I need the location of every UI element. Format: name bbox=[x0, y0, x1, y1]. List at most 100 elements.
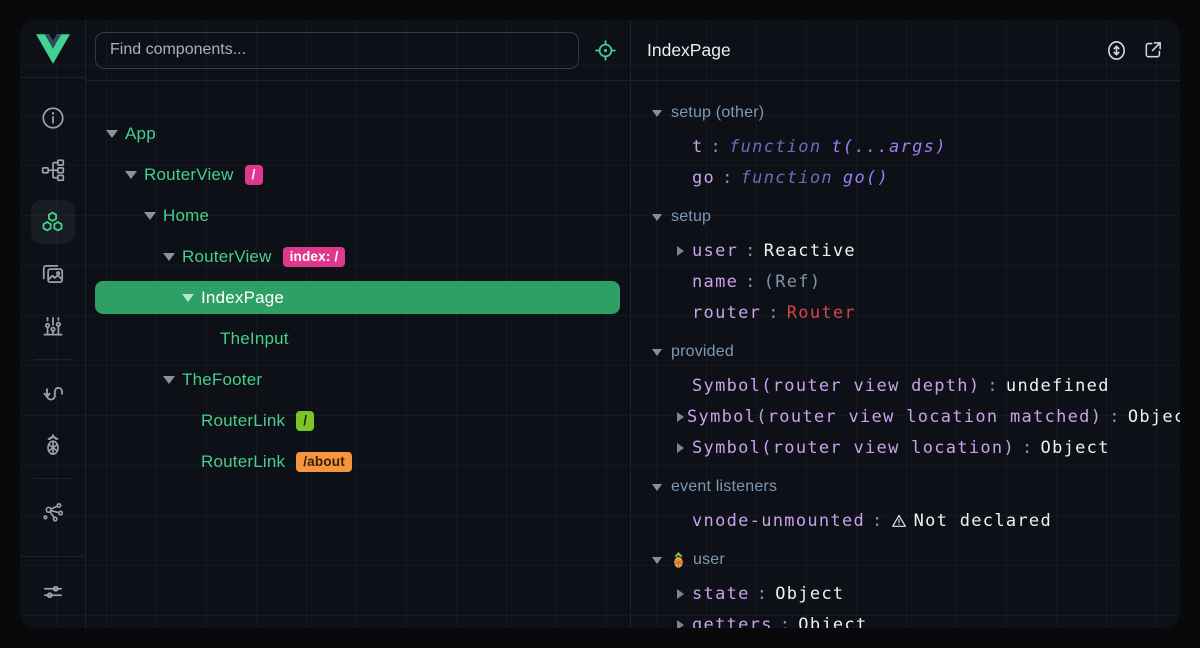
state-row-expandable[interactable]: getters : Object bbox=[631, 609, 1180, 628]
sidebar-item-info[interactable] bbox=[31, 96, 75, 140]
tree-node-label: RouterView bbox=[144, 165, 234, 185]
inspector-content: setup (other) t : function t(...args) go… bbox=[631, 81, 1180, 628]
section-label: provided bbox=[671, 343, 734, 361]
sidebar-item-graph[interactable] bbox=[31, 490, 75, 534]
expand-collapse-updown-icon bbox=[1105, 39, 1128, 62]
caret-right-icon[interactable] bbox=[677, 620, 684, 629]
tree-node-label: RouterLink bbox=[201, 411, 285, 431]
state-key: Symbol(router view depth) bbox=[692, 376, 980, 396]
state-key: getters bbox=[692, 615, 773, 629]
tree-node-routerlink-about[interactable]: RouterLink /about bbox=[86, 441, 630, 482]
caret-down-icon[interactable] bbox=[125, 171, 137, 179]
state-value: Reactive bbox=[764, 241, 856, 261]
state-row: go : function go() bbox=[631, 162, 1180, 193]
component-tree-icon bbox=[40, 157, 66, 183]
tree-node-label: Home bbox=[163, 206, 209, 226]
components-icon bbox=[39, 209, 66, 236]
tree-node-label: App bbox=[125, 124, 156, 144]
inspect-component-button[interactable] bbox=[594, 39, 617, 62]
caret-right-icon[interactable] bbox=[677, 589, 684, 599]
sidebar-item-component-tree[interactable] bbox=[31, 148, 75, 192]
caret-down-icon[interactable] bbox=[182, 294, 194, 302]
inspector-header: IndexPage bbox=[631, 20, 1180, 81]
caret-down-icon[interactable] bbox=[163, 253, 175, 261]
tree-node-label: IndexPage bbox=[201, 288, 284, 308]
state-key: router bbox=[692, 303, 761, 323]
state-value: go() bbox=[843, 168, 889, 188]
caret-right-icon[interactable] bbox=[677, 443, 684, 453]
state-value-keyword: function bbox=[741, 168, 833, 188]
caret-down-icon[interactable] bbox=[652, 349, 662, 356]
tree-node-label: RouterLink bbox=[201, 452, 285, 472]
open-in-editor-button[interactable] bbox=[1142, 39, 1164, 61]
sidebar-item-timeline[interactable] bbox=[31, 304, 75, 348]
state-key: vnode-unmounted bbox=[692, 511, 865, 531]
sidebar-item-settings[interactable] bbox=[31, 570, 75, 614]
state-value: Not declared bbox=[914, 511, 1052, 531]
state-key: Symbol(router view location matched) bbox=[687, 407, 1102, 427]
sidebar-item-pinia[interactable] bbox=[31, 423, 75, 467]
state-key: name bbox=[692, 272, 738, 292]
state-row-expandable[interactable]: state : Object bbox=[631, 578, 1180, 609]
section-header[interactable]: event listeners bbox=[631, 469, 1180, 505]
section-header[interactable]: user bbox=[631, 542, 1180, 578]
sidebar-item-pages[interactable] bbox=[31, 252, 75, 296]
component-tree-panel: App RouterView / Home RouterView index: … bbox=[86, 20, 630, 628]
sidebar bbox=[20, 20, 86, 628]
state-value: undefined bbox=[1006, 376, 1110, 396]
inspector-title: IndexPage bbox=[647, 40, 1091, 61]
tree-node-indexpage-selected[interactable]: IndexPage bbox=[86, 277, 630, 318]
tree-node-routerlink-root[interactable]: RouterLink / bbox=[86, 400, 630, 441]
state-row-expandable[interactable]: Symbol(router view location) : Object bbox=[631, 432, 1180, 463]
caret-down-icon[interactable] bbox=[163, 376, 175, 384]
tree-node-routerview[interactable]: RouterView / bbox=[86, 154, 630, 195]
state-key: state bbox=[692, 584, 750, 604]
caret-down-icon[interactable] bbox=[652, 484, 662, 491]
caret-right-icon[interactable] bbox=[677, 246, 684, 256]
caret-down-icon[interactable] bbox=[106, 130, 118, 138]
pages-gallery-icon bbox=[40, 261, 66, 287]
sidebar-separator bbox=[34, 359, 72, 360]
sidebar-item-components[interactable] bbox=[31, 200, 75, 244]
tree-node-home[interactable]: Home bbox=[86, 195, 630, 236]
tree-node-thefooter[interactable]: TheFooter bbox=[86, 359, 630, 400]
expand-collapse-all-button[interactable] bbox=[1105, 39, 1128, 62]
vue-devtools-window: App RouterView / Home RouterView index: … bbox=[20, 20, 1180, 628]
tree-node-theinput[interactable]: TheInput bbox=[86, 318, 630, 359]
info-icon bbox=[40, 105, 66, 131]
pinia-pineapple-icon bbox=[671, 552, 686, 569]
caret-down-icon[interactable] bbox=[144, 212, 156, 220]
section-provided: provided Symbol(router view depth) : und… bbox=[631, 334, 1180, 463]
open-in-editor-icon bbox=[1142, 39, 1164, 61]
section-header[interactable]: setup (other) bbox=[631, 95, 1180, 131]
tree-node-app[interactable]: App bbox=[86, 113, 630, 154]
vue-logo[interactable] bbox=[20, 20, 85, 78]
section-setup: setup user : Reactive name : (Ref) route… bbox=[631, 199, 1180, 328]
state-value: Object bbox=[1041, 438, 1110, 458]
caret-right-icon[interactable] bbox=[677, 412, 684, 422]
section-header[interactable]: setup bbox=[631, 199, 1180, 235]
tree-node-label: TheInput bbox=[220, 329, 289, 349]
state-value: (Ref) bbox=[764, 272, 822, 292]
sidebar-item-router[interactable] bbox=[31, 371, 75, 415]
tree-node-label: RouterView bbox=[182, 247, 272, 267]
mixer-levels-icon bbox=[40, 313, 66, 339]
state-value: Object bbox=[798, 615, 867, 629]
section-header[interactable]: provided bbox=[631, 334, 1180, 370]
state-key: Symbol(router view location) bbox=[692, 438, 1015, 458]
search-input[interactable] bbox=[95, 32, 579, 69]
warning-icon bbox=[891, 513, 907, 529]
route-badge: / bbox=[245, 165, 263, 185]
caret-down-icon[interactable] bbox=[652, 557, 662, 564]
caret-down-icon[interactable] bbox=[652, 214, 662, 221]
route-badge: /about bbox=[296, 452, 352, 472]
vue-logo-icon bbox=[36, 34, 70, 64]
state-row-expandable[interactable]: Symbol(router view location matched) : O… bbox=[631, 401, 1180, 432]
tree-node-routerview-nested[interactable]: RouterView index: / bbox=[86, 236, 630, 277]
state-row: t : function t(...args) bbox=[631, 131, 1180, 162]
state-row: router : Router bbox=[631, 297, 1180, 328]
state-row-expandable[interactable]: user : Reactive bbox=[631, 235, 1180, 266]
caret-down-icon[interactable] bbox=[652, 110, 662, 117]
tree-node-label: TheFooter bbox=[182, 370, 262, 390]
route-badge: / bbox=[296, 411, 314, 431]
